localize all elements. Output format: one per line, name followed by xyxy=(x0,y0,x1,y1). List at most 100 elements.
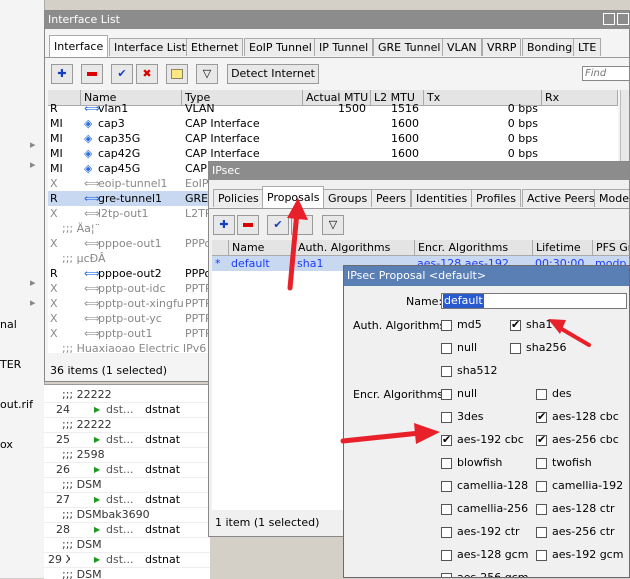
enable-button[interactable]: ✔ xyxy=(267,215,289,235)
tab-peers[interactable]: Peers xyxy=(371,189,412,207)
tab-active-peers[interactable]: Active Peers xyxy=(522,189,600,207)
list-item[interactable]: ;;; 22222 xyxy=(44,387,210,403)
row-flag: X xyxy=(50,282,58,295)
checkbox-label: camellia-128 xyxy=(457,479,529,492)
checkbox-des[interactable] xyxy=(536,389,547,400)
left-item[interactable]: nal xyxy=(0,318,17,331)
checkbox-aes-192-gcm[interactable] xyxy=(536,550,547,561)
table-row[interactable]: MI ◈ cap42G CAP Interface 1600 0 bps xyxy=(48,146,618,161)
expand-icon[interactable]: ▸ xyxy=(30,158,36,171)
add-button[interactable]: ✚ xyxy=(51,64,73,84)
list-item[interactable]: 27 ▶ dst... dstnat xyxy=(44,492,210,508)
col-name[interactable]: Name xyxy=(229,240,295,256)
tab-eoip-tunnel[interactable]: EoIP Tunnel xyxy=(244,38,317,56)
col-pfs[interactable]: PFS Gro xyxy=(593,240,629,256)
checkbox-twofish[interactable] xyxy=(536,458,547,469)
tab-mode-config[interactable]: Mode Co xyxy=(594,189,629,207)
filter-button[interactable]: ▽ xyxy=(322,215,344,235)
rule-icon: ▶ xyxy=(94,495,101,504)
nat-comment: ;;; 2598 xyxy=(62,448,105,461)
col-flag[interactable] xyxy=(212,240,229,256)
comment-button[interactable] xyxy=(166,64,188,84)
tab-profiles[interactable]: Profiles xyxy=(471,189,521,207)
list-item[interactable]: ;;; DSMbak3690 xyxy=(44,507,210,523)
list-item[interactable]: 28 ▶ dst... dstnat xyxy=(44,522,210,538)
remove-button[interactable] xyxy=(237,215,259,235)
checkbox-label: null xyxy=(457,341,478,354)
window-title: Interface List xyxy=(45,11,629,29)
checkbox-3des[interactable] xyxy=(441,412,452,423)
enable-button[interactable]: ✔ xyxy=(111,64,133,84)
row-comment: ;;; Äa¦¨ xyxy=(62,222,101,235)
tab-proposals[interactable]: Proposals xyxy=(262,186,325,208)
find-input[interactable] xyxy=(582,66,629,81)
checkbox-sha1[interactable]: ✔ xyxy=(510,318,521,331)
checkbox-aes-128-gcm[interactable] xyxy=(441,550,452,561)
filter-button[interactable]: ▽ xyxy=(196,64,218,84)
disable-button[interactable]: ✖ xyxy=(136,64,158,84)
list-item[interactable]: ;;; 22222 xyxy=(44,417,210,433)
tab-interface-list[interactable]: Interface List xyxy=(109,38,191,56)
tab-bonding[interactable]: Bonding xyxy=(522,38,578,56)
list-item[interactable]: 24 ▶ dst... dstnat xyxy=(44,402,210,418)
checkbox-null[interactable] xyxy=(441,343,452,354)
checkbox-null[interactable] xyxy=(441,389,452,400)
nat-action: dstnat xyxy=(145,403,181,416)
expand-icon[interactable]: ▸ xyxy=(30,296,36,309)
comment-button[interactable] xyxy=(291,215,313,235)
tab-vrrp[interactable]: VRRP xyxy=(482,38,522,56)
left-item[interactable]: out.rif xyxy=(0,398,33,411)
checkbox-camellia-256[interactable] xyxy=(441,504,452,515)
wireless-icon: ◈ xyxy=(84,132,93,145)
tab-policies[interactable]: Policies xyxy=(213,189,264,207)
left-item[interactable]: TER xyxy=(0,358,21,371)
tab-ethernet[interactable]: Ethernet xyxy=(186,38,244,56)
filter-icon: ▽ xyxy=(202,67,212,80)
row-l2mtu: 1600 xyxy=(391,132,419,145)
tab-groups[interactable]: Groups xyxy=(323,189,373,207)
checkbox-blowfish[interactable] xyxy=(441,458,452,469)
table-row[interactable]: MI ◈ cap3 CAP Interface 1600 0 bps xyxy=(48,116,618,131)
list-item[interactable]: 26 ▶ dst... dstnat xyxy=(44,462,210,478)
list-item[interactable]: ;;; DSM xyxy=(44,567,210,579)
table-row[interactable]: R ⟺ vlan1 VLAN 1500 1516 0 bps xyxy=(48,101,618,116)
tab-vlan[interactable]: VLAN xyxy=(442,38,482,56)
tab-ip-tunnel[interactable]: IP Tunnel xyxy=(314,38,374,56)
list-item[interactable]: 29 X ▶ dst... dstnat xyxy=(44,552,210,568)
checkbox-sha256[interactable] xyxy=(510,343,521,354)
detect-internet-button[interactable]: Detect Internet xyxy=(227,64,319,84)
table-row[interactable]: MI ◈ cap35G CAP Interface 1600 0 bps xyxy=(48,131,618,146)
checkbox-camellia-192[interactable] xyxy=(536,481,547,492)
rule-icon: ▶ xyxy=(94,465,101,474)
checkbox-aes-256-ctr[interactable] xyxy=(536,527,547,538)
tab-interface[interactable]: Interface xyxy=(49,35,109,57)
left-item[interactable]: ox xyxy=(0,438,13,451)
checkbox-camellia-128[interactable] xyxy=(441,481,452,492)
expand-icon[interactable]: ▸ xyxy=(30,276,36,289)
list-item[interactable]: 25 ▶ dst... dstnat xyxy=(44,432,210,448)
checkbox-md5[interactable] xyxy=(441,320,452,331)
list-item[interactable]: ;;; DSM xyxy=(44,537,210,553)
expand-icon[interactable]: ▸ xyxy=(30,138,36,151)
col-auth[interactable]: Auth. Algorithms xyxy=(295,240,415,256)
list-item[interactable]: ;;; 2598 xyxy=(44,447,210,463)
row-flag: X xyxy=(50,297,58,310)
list-item[interactable]: ;;; DSM xyxy=(44,477,210,493)
row-name: pptp-out1 xyxy=(98,327,153,340)
close-icon[interactable] xyxy=(617,13,629,25)
col-encr[interactable]: Encr. Algorithms xyxy=(415,240,533,256)
checkbox-aes-192-ctr[interactable] xyxy=(441,527,452,538)
checkbox-aes-128-cbc[interactable]: ✔ xyxy=(536,410,547,423)
checkbox-aes-128-ctr[interactable] xyxy=(536,504,547,515)
add-button[interactable]: ✚ xyxy=(213,215,235,235)
tab-identities[interactable]: Identities xyxy=(411,189,473,207)
tab-gre-tunnel[interactable]: GRE Tunnel xyxy=(373,38,446,56)
restore-icon[interactable] xyxy=(603,13,615,25)
checkbox-sha512[interactable] xyxy=(441,366,452,377)
col-lifetime[interactable]: Lifetime xyxy=(533,240,593,256)
checkbox-aes-256-gcm[interactable] xyxy=(441,573,452,577)
tab-lte[interactable]: LTE xyxy=(573,38,602,56)
checkbox-aes-192-cbc[interactable]: ✔ xyxy=(441,433,452,446)
checkbox-aes-256-cbc[interactable]: ✔ xyxy=(536,433,547,446)
remove-button[interactable] xyxy=(81,64,103,84)
